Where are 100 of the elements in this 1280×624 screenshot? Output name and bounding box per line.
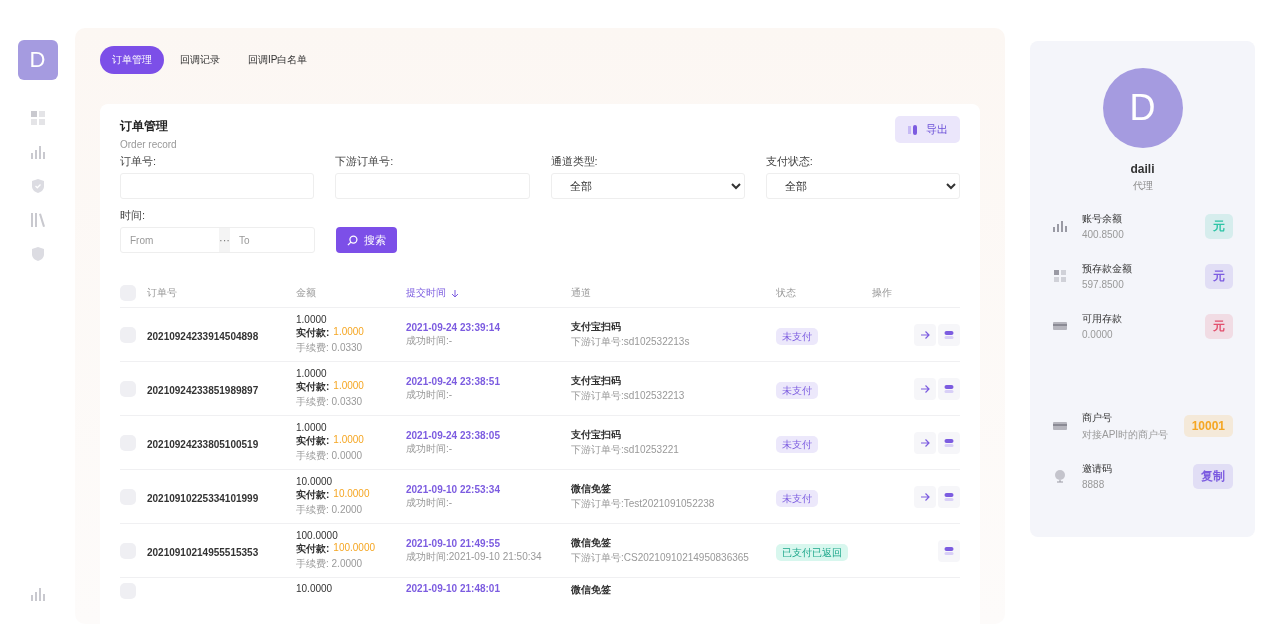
filter-label: 下游订单号: [335, 154, 395, 169]
arrow-right-icon [920, 329, 930, 340]
order-number: 20210924233851989897 [147, 384, 259, 396]
stat-label: 账号余额 [1082, 212, 1123, 226]
export-button[interactable]: 导出 [895, 116, 960, 143]
tab[interactable]: 回调IP白名单 [236, 46, 320, 74]
column-header: 通道 [571, 286, 592, 300]
success-time: 成功时间:- [406, 387, 453, 402]
stat-label: 可用存款 [1082, 312, 1123, 326]
amount: 1.0000 [296, 368, 327, 379]
select-field[interactable]: 全部 [550, 173, 745, 199]
stat-badge: 10001 [1183, 415, 1233, 437]
status-badge: 已支付已返回 [776, 543, 848, 561]
user-role: 代理 [1132, 179, 1153, 193]
search-button[interactable]: 搜索 [336, 227, 397, 253]
downstream-order-number: 下游订单号:sd102532213 [571, 389, 685, 403]
downstream-order-number: 下游订单号:sd10253221 [571, 443, 679, 457]
channel-name: 微信免签 [571, 536, 611, 550]
stat-label: 邀请码 [1082, 462, 1113, 476]
books-icon[interactable] [29, 212, 46, 228]
arrow-button[interactable] [914, 485, 936, 508]
toggle-button[interactable] [938, 539, 960, 562]
toggle-icon [944, 383, 954, 394]
column-header: 状态 [776, 286, 797, 300]
amount: 10.0000 [296, 583, 333, 594]
amount: 10.0000 [296, 476, 333, 487]
stat-value: 400.8500 [1082, 229, 1125, 240]
arrow-button[interactable] [914, 431, 936, 454]
range-separator: ··· [219, 228, 230, 252]
order-number: 20210924233914504898 [147, 330, 259, 342]
stat-value: 对接API时的商户号 [1082, 427, 1170, 442]
success-time: 成功时间:- [406, 495, 453, 510]
stat-value: 597.8500 [1082, 279, 1125, 290]
channel-name: 微信免签 [571, 482, 611, 496]
stat-value: 8888 [1082, 479, 1106, 490]
bars-icon[interactable] [29, 586, 46, 602]
bars-icon[interactable] [29, 144, 46, 160]
shield-check-icon[interactable] [29, 178, 46, 194]
paid-amount: 1.0000 [333, 326, 364, 339]
card-icon [1052, 319, 1068, 333]
tab[interactable]: 回调记录 [168, 46, 232, 74]
stat-label: 预存款金额 [1082, 262, 1133, 276]
downstream-order-number: 下游订单号:Test2021091052238 [571, 497, 715, 511]
filter-label: 通道类型: [550, 154, 599, 169]
filter-label: 订单号: [120, 154, 158, 169]
export-icon [907, 123, 919, 136]
fee-text: 手续费: 0.2000 [296, 503, 363, 517]
status-badge: 未支付 [776, 435, 818, 453]
status-badge: 未支付 [776, 489, 818, 507]
amount: 1.0000 [296, 314, 327, 325]
channel-name: 支付宝扫码 [571, 374, 621, 388]
channel-name: 支付宝扫码 [571, 428, 621, 442]
tab[interactable]: 订单管理 [100, 46, 164, 74]
avatar: D [1102, 68, 1183, 148]
stat-value: 0.0000 [1082, 329, 1114, 340]
column-header: 金额 [296, 286, 317, 300]
toggle-button[interactable] [938, 485, 960, 508]
card-title: 订单管理 [120, 118, 169, 135]
stat-label: 商户号 [1082, 410, 1113, 425]
downstream-order-number: 下游订单号:CS20210910214950836365 [571, 551, 749, 565]
filter-label: 时间: [120, 208, 147, 223]
stat-badge: 元 [1205, 313, 1233, 339]
arrow-button[interactable] [914, 377, 936, 400]
order-number: 20210924233805100519 [147, 438, 259, 450]
status-badge: 未支付 [776, 381, 818, 399]
date-range-field[interactable]: From ··· To [120, 227, 315, 253]
paid-label: 实付款: [296, 326, 330, 340]
paid-amount: 1.0000 [333, 380, 364, 393]
arrow-button[interactable] [914, 323, 936, 346]
arrow-right-icon [920, 383, 930, 394]
user-name: daili [1130, 162, 1155, 176]
amount: 100.0000 [296, 530, 338, 541]
select-field[interactable]: 全部 [765, 173, 960, 199]
paid-label: 实付款: [296, 542, 330, 556]
paid-label: 实付款: [296, 434, 330, 448]
toggle-icon [944, 545, 954, 556]
toggle-button[interactable] [938, 323, 960, 346]
paid-amount: 1.0000 [333, 434, 364, 447]
paid-amount: 10.0000 [333, 488, 370, 501]
toggle-icon [944, 329, 954, 340]
fee-text: 手续费: 0.0330 [296, 395, 363, 409]
order-number: 20210910225334101999 [147, 492, 259, 504]
shield-icon[interactable] [29, 246, 46, 262]
column-header: 订单号 [147, 286, 178, 300]
toggle-button[interactable] [938, 377, 960, 400]
success-time: 成功时间:2021-09-10 21:50:34 [406, 549, 542, 564]
column-header[interactable]: 提交时间 [406, 286, 571, 300]
toggle-button[interactable] [938, 431, 960, 454]
paid-label: 实付款: [296, 380, 330, 394]
paid-amount: 100.0000 [333, 542, 376, 555]
toggle-icon [944, 437, 954, 448]
date-from-field[interactable]: From [121, 228, 219, 252]
grid-icon[interactable] [29, 110, 46, 126]
grid-icon [1052, 269, 1068, 283]
stat-badge: 元 [1205, 213, 1233, 239]
fee-text: 手续费: 0.0330 [296, 341, 363, 355]
column-header: 操作 [872, 286, 893, 300]
paid-label: 实付款: [296, 488, 330, 502]
submit-time: 2021-09-24 23:38:51 [406, 375, 500, 387]
stat-badge: 元 [1205, 263, 1233, 289]
